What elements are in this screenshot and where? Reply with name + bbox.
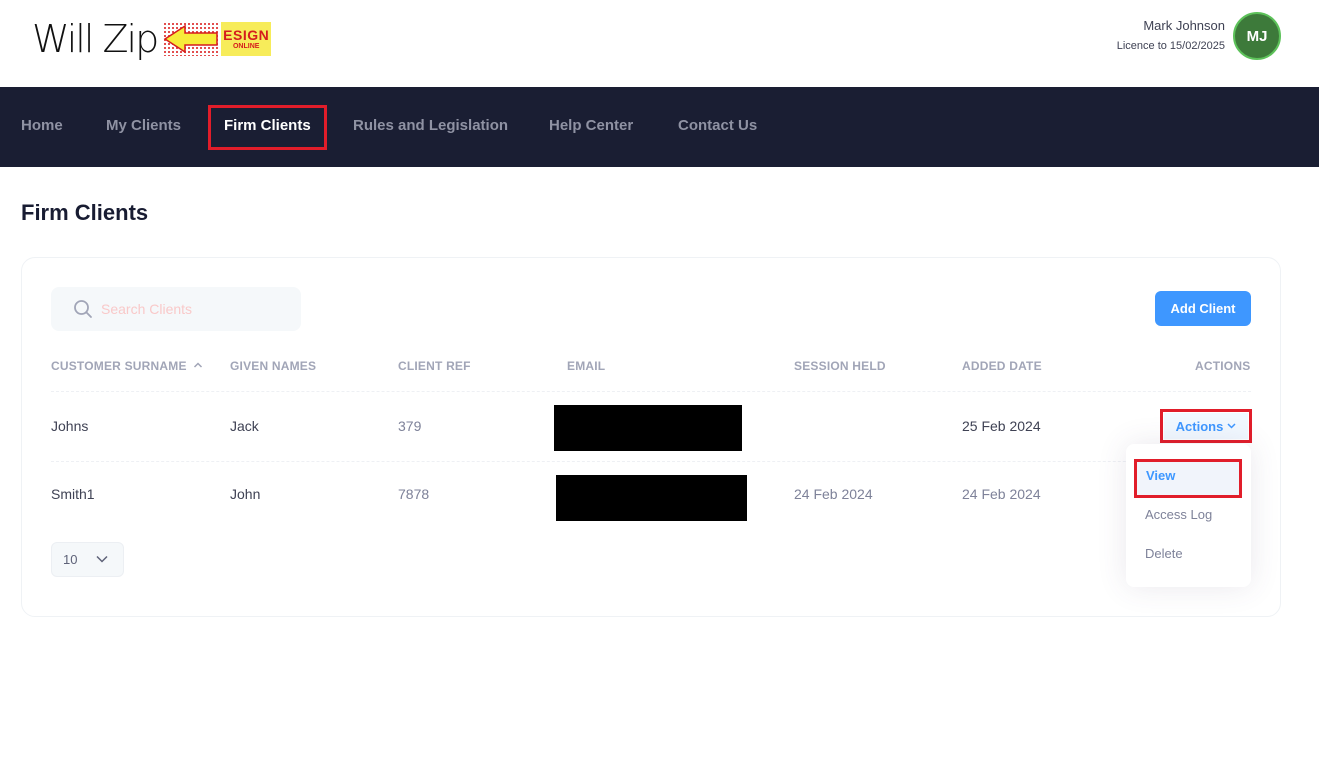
cell-added-date: 25 Feb 2024: [962, 418, 1041, 434]
col-actions: ACTIONS: [1195, 359, 1251, 373]
esign-badge-line2: ONLINE: [232, 42, 260, 50]
email-redacted: [554, 405, 742, 451]
nav-contact-us[interactable]: Contact Us: [678, 116, 757, 136]
cell-given-names: John: [230, 486, 261, 502]
avatar[interactable]: MJ: [1233, 12, 1281, 60]
arrow-left-icon: [163, 22, 220, 56]
search-input[interactable]: [101, 287, 291, 331]
esign-badge-line1: ESIGN: [223, 26, 270, 43]
col-session-held[interactable]: SESSION HELD: [794, 359, 886, 373]
page-size-select[interactable]: 10: [51, 542, 124, 577]
user-info: Mark Johnson Licence to 15/02/2025: [1117, 17, 1225, 57]
esign-badge: ESIGN ONLINE: [221, 22, 272, 56]
email-redacted: [556, 475, 747, 521]
cell-client-ref: 7878: [398, 486, 430, 502]
sort-ascending-icon[interactable]: [193, 361, 203, 369]
app-logo[interactable]: Will Zip ESIGN ONLINE: [32, 16, 272, 62]
menu-item-delete[interactable]: Delete: [1145, 546, 1183, 562]
page-size-value: 10: [63, 552, 78, 567]
main-nav: Home My Clients Firm Clients Rules and L…: [0, 87, 1319, 167]
cell-given-names: Jack: [230, 418, 259, 434]
cell-surname: Smith1: [51, 486, 95, 502]
user-name: Mark Johnson: [1143, 18, 1225, 33]
logo-text: Will Zip: [32, 17, 159, 61]
menu-item-access-log[interactable]: Access Log: [1145, 507, 1212, 523]
cell-surname: Johns: [51, 418, 89, 434]
page-title: Firm Clients: [21, 200, 149, 225]
highlight-box-view: [1134, 459, 1242, 498]
cell-client-ref: 379: [398, 418, 422, 434]
licence-expiry: Licence to 15/02/2025: [1116, 40, 1225, 52]
row-divider: [51, 391, 1251, 392]
add-client-button[interactable]: Add Client: [1155, 291, 1251, 326]
col-client-ref[interactable]: CLIENT REF: [398, 359, 471, 373]
col-email[interactable]: EMAIL: [567, 359, 605, 373]
nav-rules-legislation[interactable]: Rules and Legislation: [353, 116, 508, 136]
search-icon: [74, 300, 92, 318]
search-box[interactable]: [51, 287, 301, 331]
cell-session-held: 24 Feb 2024: [794, 486, 873, 502]
nav-help-center[interactable]: Help Center: [549, 116, 633, 136]
chevron-down-icon: [96, 555, 108, 563]
col-added-date[interactable]: ADDED DATE: [962, 359, 1042, 373]
col-given-names[interactable]: GIVEN NAMES: [230, 359, 316, 373]
highlight-box-nav: [208, 105, 327, 150]
row-divider: [51, 461, 1251, 462]
header: Will Zip ESIGN ONLINE Mark Johnson Licen…: [0, 0, 1319, 87]
highlight-box-actions: [1160, 409, 1252, 443]
nav-home[interactable]: Home: [21, 116, 63, 136]
nav-my-clients[interactable]: My Clients: [106, 116, 181, 136]
col-customer-surname[interactable]: CUSTOMER SURNAME: [51, 359, 187, 373]
cell-added-date: 24 Feb 2024: [962, 486, 1041, 502]
